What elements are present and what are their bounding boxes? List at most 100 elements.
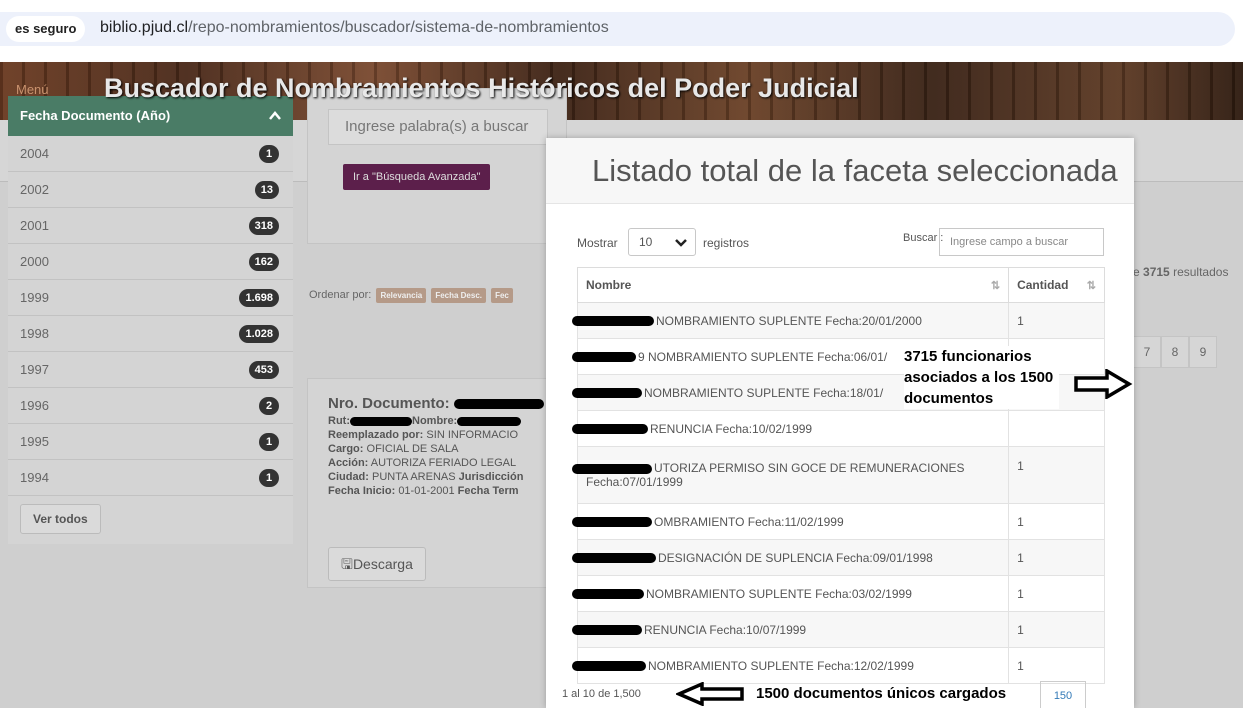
count-cell: 1: [1008, 539, 1105, 576]
cargo-label: Cargo:: [328, 443, 364, 455]
document-number-label: Nro. Documento:: [328, 395, 450, 412]
facet-item[interactable]: 2002 13: [8, 172, 293, 208]
replaced-by-value: SIN INFORMACIO: [426, 429, 519, 441]
save-icon: 🖫: [341, 556, 353, 572]
count-badge: 2: [259, 397, 279, 415]
action-label: Acción:: [328, 457, 369, 469]
count-badge: 1: [259, 145, 279, 163]
count-cell: 1: [1008, 302, 1105, 339]
modal-search-label: Buscar :: [903, 232, 944, 244]
page-link[interactable]: 9: [1189, 336, 1217, 368]
officials-annotation-line: asociados a los 1500: [904, 369, 1054, 386]
table-row[interactable]: OMBRAMIENTO Fecha:11/02/1999 1: [572, 503, 1105, 540]
count-badge: 318: [248, 217, 279, 235]
search-panel: Ingrese palabra(s) a buscar Ir a "Búsque…: [307, 88, 567, 244]
officials-annotation-line: 3715 funcionarios: [904, 348, 1032, 365]
city-line: Ciudad: PUNTA ARENAS Jurisdicción: [328, 470, 546, 484]
table-row[interactable]: RENUNCIA Fecha:10/07/1999 1: [572, 611, 1105, 648]
download-label: Descarga: [352, 556, 413, 572]
records-label: registros: [703, 236, 750, 250]
advanced-search-button[interactable]: Ir a "Búsqueda Avanzada": [343, 164, 491, 190]
count-badge: 1.698: [239, 289, 279, 307]
page-size-select[interactable]: 10: [628, 228, 696, 256]
redaction-mark: [572, 316, 654, 327]
redaction-mark: [453, 399, 544, 410]
document-card: Nro. Documento: Rut: Nombre: Reemplazado …: [307, 378, 567, 588]
cargo-line: Cargo: OFICIAL DE SALA: [328, 442, 546, 456]
facet-item[interactable]: 2001 318: [8, 208, 293, 244]
column-header-name[interactable]: Nombre ⇅: [576, 267, 1010, 303]
sort-date-asc-button[interactable]: Fec: [491, 288, 513, 303]
modal-search-input[interactable]: Ingrese campo a buscar: [939, 228, 1104, 256]
omnibox[interactable]: es seguro biblio.pjud.cl/repo-nombramien…: [0, 12, 1235, 46]
arrow-left-icon: [676, 682, 744, 706]
security-indicator[interactable]: es seguro: [6, 16, 86, 42]
facet-item[interactable]: 1995 1: [8, 424, 293, 460]
modal-title: Listado total de la faceta seleccionada: [592, 153, 1118, 188]
table-row[interactable]: DESIGNACIÓN DE SUPLENCIA Fecha:09/01/199…: [572, 539, 1105, 576]
sort-date-desc-button[interactable]: Fecha Desc.: [431, 288, 487, 303]
facet-item-label: 1994: [20, 470, 49, 485]
facet-item[interactable]: 1996 2: [8, 388, 293, 424]
facet-item[interactable]: 2004 1: [8, 136, 293, 172]
name-text: NOMBRAMIENTO SUPLENTE Fecha:18/01/: [644, 385, 884, 400]
name-text: RENUNCIA Fecha:10/02/1999: [650, 421, 813, 436]
column-header-count[interactable]: Cantidad ⇅: [1008, 267, 1105, 303]
menu-link[interactable]: Menú: [16, 82, 49, 97]
table-header-row: Nombre ⇅ Cantidad ⇅: [576, 267, 1105, 303]
jurisdiction-label: Jurisdicción: [458, 471, 524, 483]
pagination: 7 8 9: [1133, 336, 1217, 368]
facet-item[interactable]: 1998 1.028: [8, 316, 293, 352]
site-title[interactable]: Buscador de Nombramientos Históricos del…: [104, 73, 859, 104]
facet-panel: Fecha Documento (Año) 2004 1 2002 13 2001 3…: [8, 96, 293, 688]
search-input[interactable]: Ingrese palabra(s) a buscar: [328, 109, 548, 145]
count-cell: [1008, 410, 1105, 447]
replaced-by-line: Reemplazado por: SIN INFORMACIO: [328, 428, 546, 442]
table-row[interactable]: NOMBRAMIENTO SUPLENTE Fecha:03/02/1999 1: [572, 575, 1105, 612]
page-link-last[interactable]: 150: [1040, 681, 1086, 708]
count-cell: 1: [1008, 446, 1105, 504]
count-cell: 1: [1008, 503, 1105, 540]
facet-item[interactable]: 1994 1: [8, 460, 293, 496]
name-cell: RENUNCIA Fecha:10/02/1999: [572, 410, 1010, 447]
results-suffix: resultados: [1173, 265, 1229, 279]
start-date-label: Fecha Inicio:: [328, 485, 396, 497]
page-link[interactable]: 7: [1133, 336, 1161, 368]
facet-item[interactable]: 2000 162: [8, 244, 293, 280]
modal-header: Listado total de la faceta seleccionada: [546, 138, 1134, 204]
end-date-label: Fecha Term: [457, 485, 519, 497]
page-link[interactable]: 8: [1161, 336, 1189, 368]
url-path: /repo-nombramientos/buscador/sistema-de-…: [188, 19, 609, 36]
officials-annotation: 3715 funcionarios asociados a los 1500 d…: [904, 346, 1060, 409]
facet-table: Nombre ⇅ Cantidad ⇅ NOMBRAMIENTO SUPLENTE …: [572, 267, 1105, 684]
facet-item[interactable]: 1999 1.698: [8, 280, 293, 316]
nombre-label: Nombre:: [412, 415, 458, 427]
table-row[interactable]: NOMBRAMIENTO SUPLENTE Fecha:20/01/2000 1: [572, 302, 1105, 339]
document-number: Nro. Documento:: [328, 395, 546, 412]
sort-bar: Ordenar por: Relevancia Fecha Desc. Fec: [309, 288, 513, 303]
browser-address-bar: es seguro biblio.pjud.cl/repo-nombramien…: [0, 0, 1243, 58]
facet-item-label: 2001: [20, 218, 49, 233]
table-row[interactable]: NOMBRAMIENTO SUPLENTE Fecha:12/02/1999 1: [572, 647, 1105, 684]
sort-icon: ⇅: [1086, 280, 1096, 292]
name-cell: UTORIZA PERMISO SIN GOCE DE REMUNERACION…: [572, 446, 1010, 504]
facet-item-label: 1997: [20, 362, 49, 377]
redaction-mark: [457, 416, 522, 426]
results-prefix: e: [1133, 265, 1140, 279]
count-cell: 1: [1008, 647, 1105, 684]
redaction-mark: [350, 416, 412, 426]
name-text: 9 NOMBRAMIENTO SUPLENTE Fecha:06/01/: [638, 349, 888, 364]
count-badge: 1.028: [239, 325, 279, 343]
sort-asc-icon: ⇅: [990, 280, 1001, 292]
url-text[interactable]: biblio.pjud.cl/repo-nombramientos/buscad…: [100, 19, 609, 37]
see-all-button[interactable]: Ver todos: [20, 504, 101, 534]
name-cell: OMBRAMIENTO Fecha:11/02/1999: [572, 503, 1010, 540]
facet-item[interactable]: 1997 453: [8, 352, 293, 388]
name-cell: RENUNCIA Fecha:10/07/1999: [572, 611, 1010, 648]
download-button[interactable]: 🖫Descarga: [328, 547, 426, 581]
url-host: biblio.pjud.cl: [100, 19, 189, 36]
table-row[interactable]: UTORIZA PERMISO SIN GOCE DE REMUNERACION…: [572, 446, 1105, 504]
facet-item-label: 2000: [20, 254, 49, 269]
table-row[interactable]: RENUNCIA Fecha:10/02/1999: [572, 410, 1105, 447]
sort-relevance-button[interactable]: Relevancia: [376, 288, 427, 303]
